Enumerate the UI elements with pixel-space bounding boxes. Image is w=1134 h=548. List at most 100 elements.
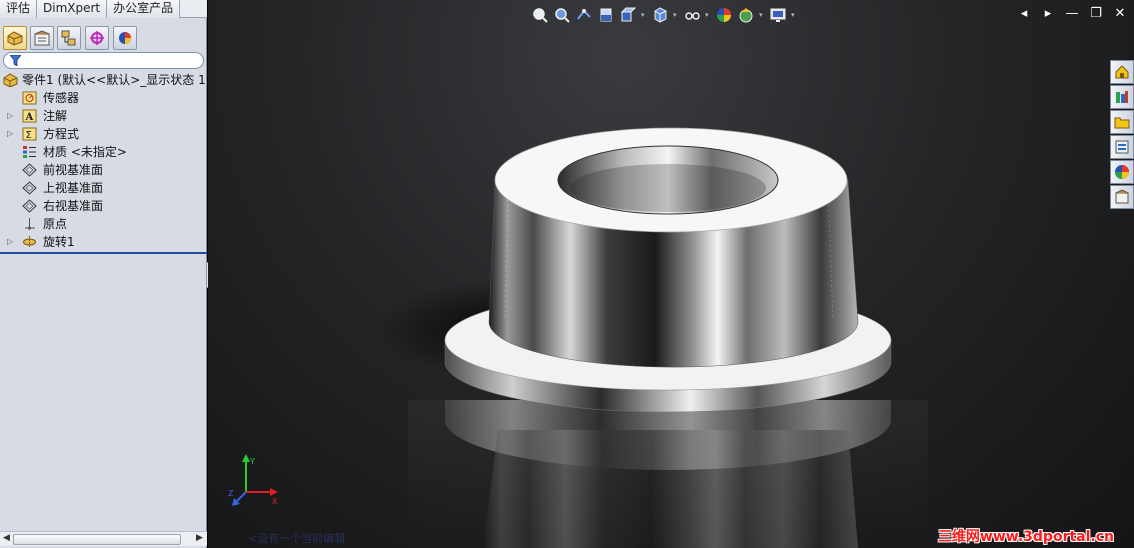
feature-filter-input[interactable] — [3, 52, 204, 69]
material-icon — [23, 146, 36, 158]
close-icon[interactable]: ✕ — [1112, 6, 1128, 22]
apply-scene-icon[interactable] — [737, 6, 755, 24]
zoom-to-area-icon[interactable] — [553, 6, 571, 24]
previous-window-icon[interactable]: ◂ — [1016, 6, 1032, 22]
viewport-status-text: <没有一个当前编辑 — [248, 532, 346, 545]
view-orientation-icon[interactable] — [619, 6, 637, 24]
revolve-icon — [23, 236, 36, 248]
feature-manager-panel: 评估 DimXpert 办公室产品 » 零件1 (默认<<默认>_显示状态 1 — [0, 0, 207, 548]
dimxpert-manager-tab[interactable] — [85, 26, 109, 50]
tab-evaluate[interactable]: 评估 — [0, 0, 38, 18]
feature-manager-tabs: » — [0, 26, 207, 71]
home-icon — [1115, 65, 1129, 79]
tab-office-products[interactable]: 办公室产品 — [107, 0, 181, 18]
equation-icon: Σ — [22, 127, 37, 141]
tree-item-annotations[interactable]: ▷ A 注解 — [0, 107, 207, 125]
chevron-down-icon[interactable]: ▾ — [791, 11, 797, 19]
task-pane-tabs — [1110, 60, 1134, 210]
tree-item-right-plane[interactable]: 右视基准面 — [0, 197, 207, 215]
tree-item-material[interactable]: 材质 <未指定> — [0, 143, 207, 161]
feature-tree-tab[interactable] — [3, 26, 27, 50]
tree-root-part[interactable]: 零件1 (默认<<默认>_显示状态 1 — [0, 71, 207, 89]
section-view-icon[interactable] — [597, 6, 615, 24]
tree-root-label: 零件1 (默认<<默认>_显示状态 1 — [22, 73, 206, 87]
configuration-manager-icon — [61, 30, 76, 46]
sensor-icon — [22, 91, 37, 105]
scroll-right-icon[interactable]: ▶ — [196, 533, 203, 543]
folder-icon — [1114, 117, 1130, 129]
command-manager-tabs: 评估 DimXpert 办公室产品 — [0, 0, 207, 18]
part-model[interactable] — [208, 0, 1134, 548]
view-palette-icon — [1115, 140, 1129, 154]
custom-properties-icon — [1115, 189, 1129, 204]
expand-arrow-icon[interactable]: ▷ — [7, 233, 13, 251]
expand-arrow-icon[interactable]: ▷ — [7, 107, 13, 125]
appearances-icon — [1115, 165, 1129, 179]
tree-item-label: 上视基准面 — [43, 181, 104, 195]
appearances-tab[interactable] — [1110, 160, 1134, 184]
svg-text:Σ: Σ — [26, 130, 32, 141]
model-reflection — [408, 400, 928, 548]
expand-arrow-icon[interactable]: ▷ — [7, 125, 13, 143]
display-manager-icon — [119, 32, 131, 44]
tree-item-label: 右视基准面 — [43, 199, 104, 213]
filter-icon — [10, 55, 21, 66]
file-explorer-tab[interactable] — [1110, 110, 1134, 134]
property-manager-tab[interactable] — [30, 26, 54, 50]
plane-icon — [22, 199, 37, 213]
tree-item-label: 材质 <未指定> — [43, 145, 127, 159]
custom-properties-tab[interactable] — [1110, 185, 1134, 209]
watermark: 三维网www.3dportal.cn — [937, 529, 1114, 545]
chevron-down-icon[interactable]: ▾ — [759, 11, 765, 19]
scroll-left-icon[interactable]: ◀ — [3, 533, 10, 543]
edit-appearance-icon[interactable] — [715, 6, 733, 24]
tree-item-label: 传感器 — [43, 91, 80, 105]
restore-icon[interactable]: ❐ — [1088, 6, 1104, 22]
tree-item-sensors[interactable]: 传感器 — [0, 89, 207, 107]
reference-triad: Y X Z — [228, 454, 278, 506]
tree-item-top-plane[interactable]: 上视基准面 — [0, 179, 207, 197]
feature-tree: 零件1 (默认<<默认>_显示状态 1 传感器 ▷ A 注解 ▷ Σ 方程式 材… — [0, 71, 207, 251]
design-library-tab[interactable] — [1110, 85, 1134, 109]
tree-item-equations[interactable]: ▷ Σ 方程式 — [0, 125, 207, 143]
tree-item-label: 旋转1 — [43, 235, 75, 249]
chevron-down-icon[interactable]: ▾ — [673, 11, 679, 19]
svg-text:A: A — [25, 112, 34, 123]
feature-tree-icon — [7, 31, 23, 46]
tree-item-front-plane[interactable]: 前视基准面 — [0, 161, 207, 179]
property-manager-icon — [34, 30, 50, 46]
y-axis-label: Y — [249, 457, 255, 466]
display-manager-tab[interactable] — [113, 26, 137, 50]
panel-horizontal-scrollbar[interactable]: ◀ ▶ — [0, 531, 207, 546]
tree-item-revolve[interactable]: ▷ 旋转1 — [0, 233, 207, 251]
hide-show-items-icon[interactable] — [683, 6, 701, 24]
part-icon — [3, 73, 18, 87]
next-window-icon[interactable]: ▸ — [1040, 6, 1056, 22]
x-axis-label: X — [272, 497, 278, 506]
tree-item-label: 原点 — [43, 217, 68, 231]
graphics-viewport[interactable]: ▾ ▾ ▾ ▾ ▾ ◂ ▸ — ❐ ✕ Y X Z <没有一个当前编辑 三维网w… — [208, 0, 1134, 548]
z-axis-label: Z — [228, 489, 234, 498]
tree-item-label: 方程式 — [43, 127, 80, 141]
annotation-icon: A — [22, 109, 37, 123]
minimize-icon[interactable]: — — [1064, 6, 1080, 22]
tree-item-origin[interactable]: 原点 — [0, 215, 207, 233]
window-controls: ◂ ▸ — ❐ ✕ — [1016, 6, 1128, 22]
heads-up-view-toolbar: ▾ ▾ ▾ ▾ ▾ — [531, 5, 797, 25]
rollback-bar[interactable] — [0, 252, 207, 254]
configuration-manager-tab[interactable] — [57, 26, 81, 50]
origin-icon — [25, 218, 35, 230]
chevron-down-icon[interactable]: ▾ — [705, 11, 711, 19]
previous-view-icon[interactable] — [575, 6, 593, 24]
view-palette-tab[interactable] — [1110, 135, 1134, 159]
chevron-down-icon[interactable]: ▾ — [641, 11, 647, 19]
zoom-to-fit-icon[interactable] — [531, 6, 549, 24]
scrollbar-thumb[interactable] — [13, 534, 181, 545]
tree-item-label: 前视基准面 — [43, 163, 104, 177]
tab-dimxpert[interactable]: DimXpert — [37, 0, 108, 18]
solidworks-resources-tab[interactable] — [1110, 60, 1134, 84]
display-style-icon[interactable] — [651, 6, 669, 24]
tree-item-label: 注解 — [43, 109, 68, 123]
dimxpert-manager-icon — [90, 31, 104, 45]
view-settings-icon[interactable] — [769, 6, 787, 24]
